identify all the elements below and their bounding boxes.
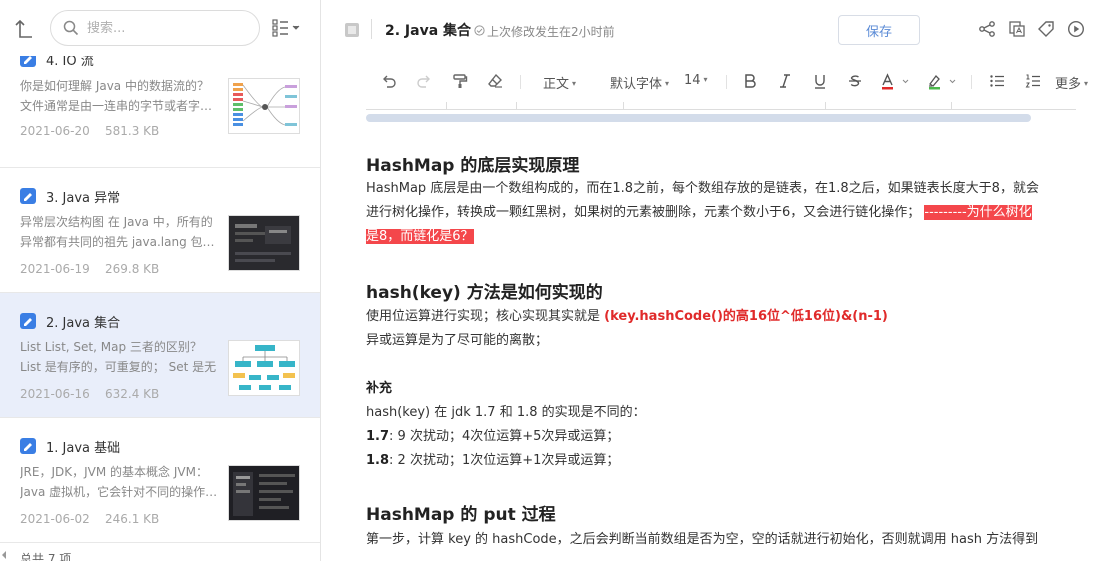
paragraph-style-dropdown[interactable]: 正文 ▾ [543,73,577,92]
more-label: 更多 [1055,77,1082,92]
table-horizontal-scrollbar[interactable] [366,114,1031,122]
paragraph-text: 使用位运算进行实现；核心实现其实就是 [366,309,601,324]
bullet-list-icon[interactable] [989,73,1005,91]
note-icon [20,188,36,204]
note-item-exception[interactable]: 3. Java 异常 异常层次结构图 在 Java 中，所有的异常都有共同的祖先… [0,168,320,293]
red-formula: (key.hashCode()的高16位^低16位)&(n-1) [604,309,888,324]
note-date: 2021-06-16 [20,387,90,401]
note-size: 269.8 KB [105,262,160,276]
supplement-intro: hash(key) 在 jdk 1.7 和 1.8 的实现是不同的： [366,405,646,420]
supplement-title: 补充 [366,381,393,396]
chevron-down-icon: ▾ [665,79,670,88]
highlighted-question: ---------为什么树化 [924,205,1032,220]
clear-format-icon[interactable] [487,73,503,91]
note-item-io[interactable]: 4. IO 流 你是如何理解 Java 中的数据流的？文件通常是由一连串的字节或… [0,43,320,168]
editor-content[interactable]: HashMap 的底层实现原理 HashMap 底层是由一个数组构成的，而在1.… [321,102,1097,561]
save-button[interactable]: 保存 [838,15,920,45]
note-title: 1. Java 基础 [46,441,121,456]
copy-icon[interactable] [1008,20,1026,38]
paragraph-hash-method: 使用位运算进行实现；核心实现其实就是 (key.hashCode()的高16位^… [366,305,1081,329]
more-dropdown[interactable]: 更多 ▾ [1055,73,1089,92]
editor-header: 2. Java 集合 上次修改发生在2小时前 保存 [321,0,1097,60]
document-icon [344,22,360,38]
note-summary: 异常层次结构图 在 Java 中，所有的异常都有共同的祖先 java.lang … [20,215,215,249]
note-thumbnail [228,465,300,521]
note-thumbnail [228,215,300,271]
toolbar-divider [520,75,521,89]
note-title: 2. Java 集合 [46,316,121,331]
list-view-toggle-icon[interactable] [272,19,302,37]
last-modified: 上次修改发生在2小时前 [487,25,615,39]
note-icon [20,313,36,329]
supplement-jdk17: 1.7: 9 次扰动；4次位运算+5次异或运算； [366,429,620,444]
note-title: 3. Java 异常 [46,191,121,206]
tag-icon[interactable] [1037,20,1055,38]
underline-icon[interactable] [812,73,828,91]
share-icon[interactable] [978,20,996,38]
note-date: 2021-06-20 [20,124,90,138]
search-input[interactable] [87,19,247,37]
toolbar-divider [971,75,972,89]
toolbar-divider [726,75,727,89]
search-icon [63,20,79,36]
font-family-dropdown[interactable]: 默认字体 ▾ [610,73,670,92]
chevron-down-icon: ▾ [1084,79,1089,88]
note-size: 246.1 KB [105,512,160,526]
document-title[interactable]: 2. Java 集合 [385,20,471,40]
note-date: 2021-06-02 [20,512,90,526]
back-icon[interactable] [14,18,36,40]
strikethrough-icon[interactable] [847,73,863,91]
chevron-down-icon: ▾ [703,75,708,84]
italic-icon[interactable] [777,73,793,91]
note-size: 581.3 KB [105,124,160,138]
highlighted-question-cont: 是8，而链化是6？ [366,229,474,244]
table-bottom-edge [366,102,1076,110]
editor-pane: 2. Java 集合 上次修改发生在2小时前 保存 正文 ▾ 默认字体 ▾ 14… [321,0,1097,561]
search-box[interactable] [50,10,260,46]
format-toolbar: 正文 ▾ 默认字体 ▾ 14 ▾ 更多 ▾ [321,62,1097,102]
bold-icon[interactable] [742,73,758,91]
note-thumbnail [228,78,300,134]
heading-hash-method: hash(key) 方法是如何实现的 [366,283,603,303]
play-circle-icon[interactable] [1067,20,1085,38]
paragraph-style-label: 正文 [543,77,570,92]
note-icon [20,438,36,454]
chevron-down-icon: ▾ [572,79,577,88]
font-color-dropdown[interactable] [880,73,910,91]
redo-icon[interactable] [416,73,432,91]
heading-put-process: HashMap 的 put 过程 [366,505,556,525]
note-summary: JRE，JDK，JVM 的基本概念 JVM：Java 虚拟机，它会针对不同的操作… [20,465,218,499]
note-list-pane: 4. IO 流 你是如何理解 Java 中的数据流的？文件通常是由一连串的字节或… [0,0,321,561]
highlight-color-dropdown[interactable] [927,73,957,91]
list-header [0,0,320,56]
paragraph-line: HashMap 底层是由一个数组构成的，而在1.8之前，每个数组存放的是链表，在… [366,181,1039,196]
note-summary: List List, Set, Map 三者的区别？ List 是有序的，可重复… [20,340,217,374]
paragraph-hashmap-impl: HashMap 底层是由一个数组构成的，而在1.8之前，每个数组存放的是链表，在… [366,177,1081,249]
header-divider [371,19,372,39]
note-date: 2021-06-19 [20,262,90,276]
note-size: 632.4 KB [105,387,160,401]
font-size-label: 14 [684,73,701,88]
note-item-collections[interactable]: 2. Java 集合 List List, Set, Map 三者的区别？ Li… [0,293,320,418]
numbered-list-icon[interactable] [1025,73,1041,91]
paragraph-put-process: 第一步，计算 key 的 hashCode，之后会判断当前数组是否为空，空的话就… [366,532,1039,547]
note-thumbnail [228,340,300,396]
heading-hashmap-impl: HashMap 的底层实现原理 [366,156,580,176]
note-summary: 你是如何理解 Java 中的数据流的？文件通常是由一连串的字节或者字… [20,79,213,113]
paragraph-line: 进行树化操作，转换成一颗红黑树，如果树的元素被删除，元素个数小于6，又会进行链化… [366,205,921,220]
font-family-label: 默认字体 [610,77,663,92]
paragraph-xor: 异或运算是为了尽可能的离散； [366,333,549,348]
supplement-jdk18: 1.8: 2 次扰动；1次位运算+1次异或运算； [366,453,620,468]
font-size-dropdown[interactable]: 14 ▾ [684,73,708,91]
note-item-basics[interactable]: 1. Java 基础 JRE，JDK，JVM 的基本概念 JVM：Java 虚拟… [0,418,320,543]
note-count: 总共 7 项 [20,552,72,561]
scroll-left-arrow-icon[interactable] [0,549,8,561]
undo-icon[interactable] [381,73,397,91]
check-circle-icon [474,25,485,36]
format-painter-icon[interactable] [452,73,468,91]
